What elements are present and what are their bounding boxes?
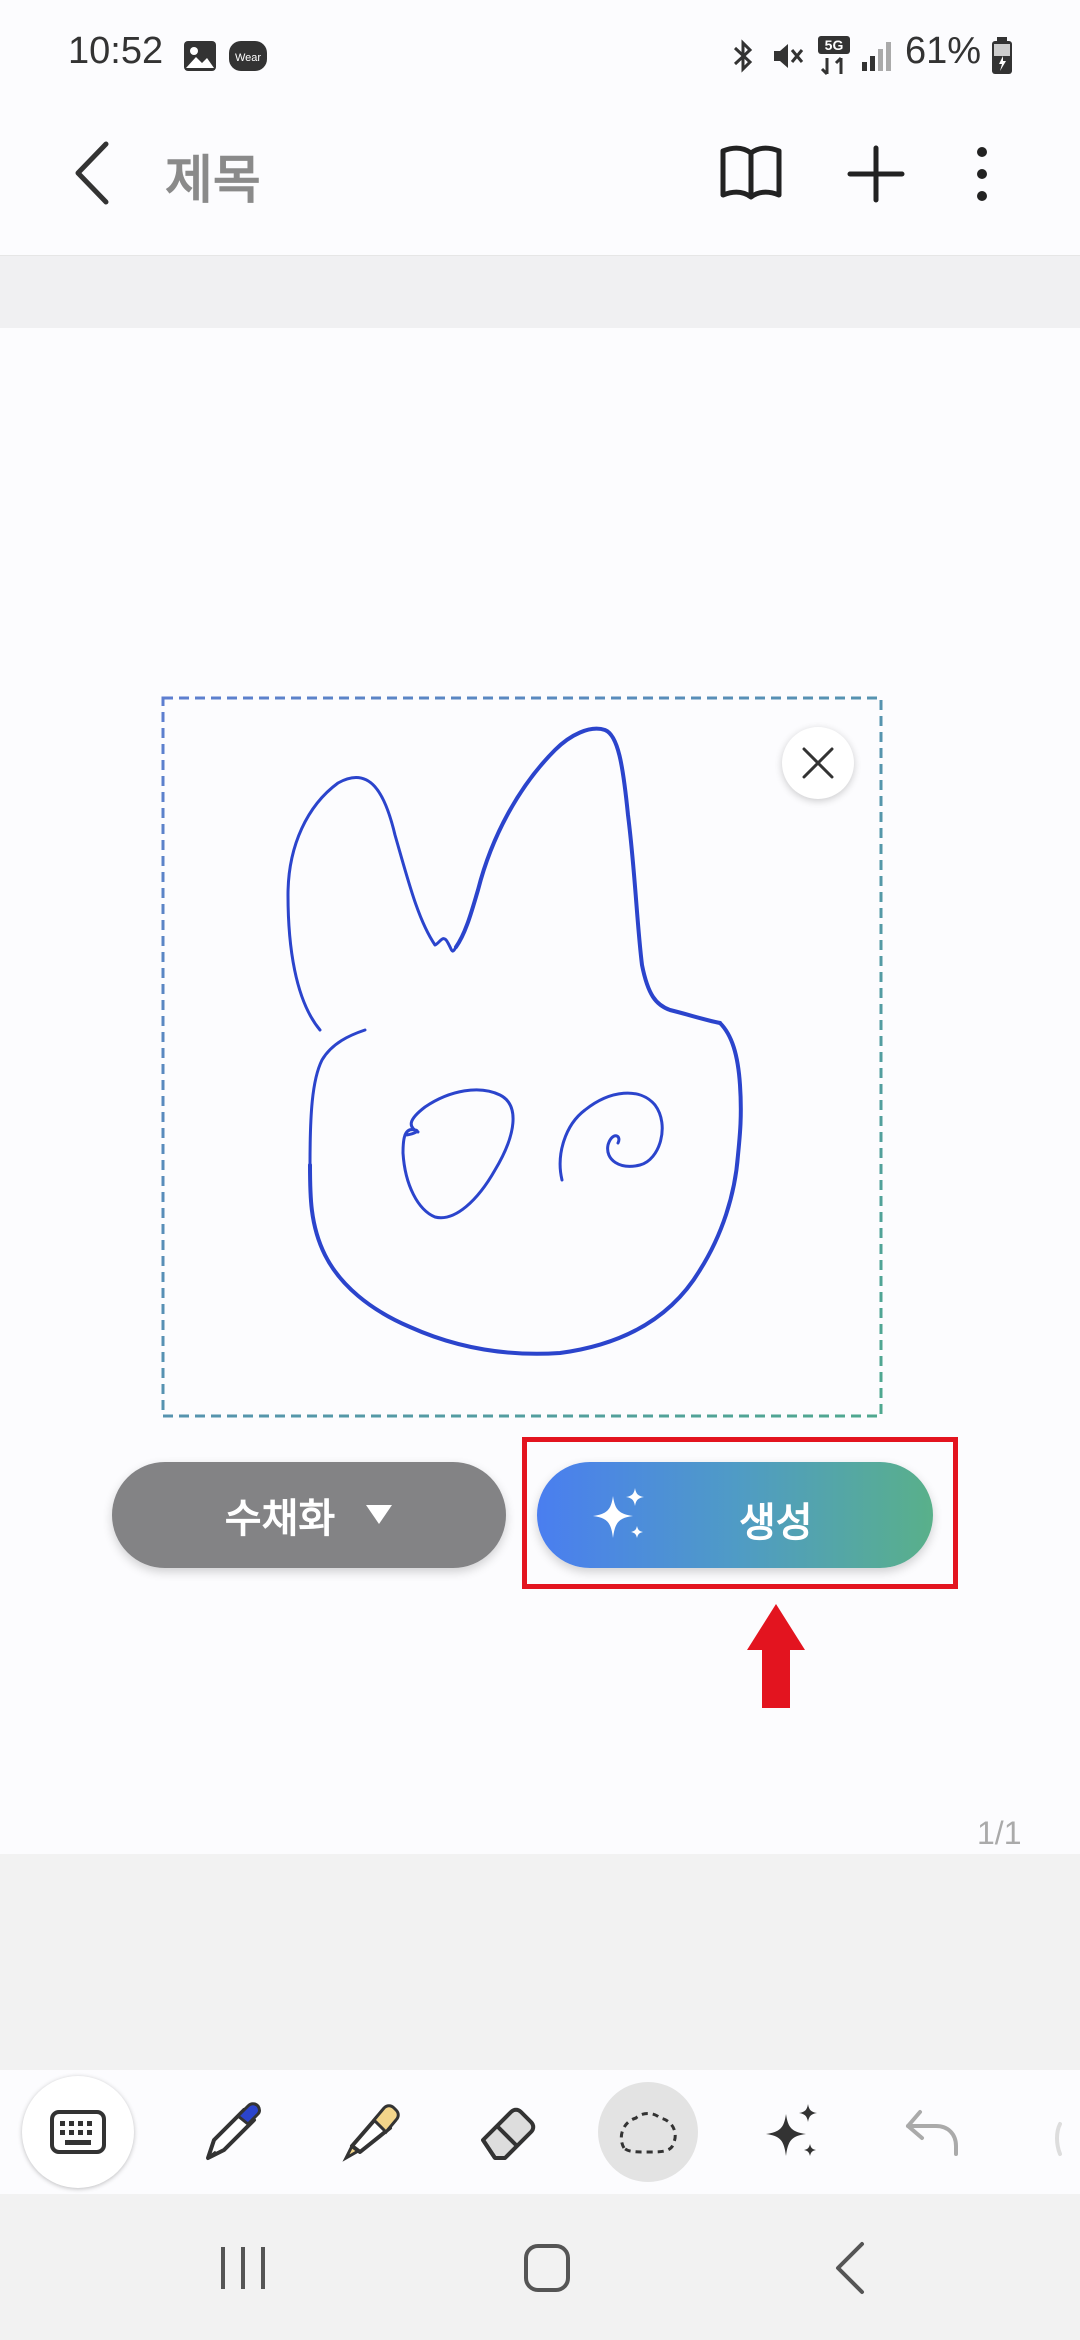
undo-button[interactable]: [875, 2075, 989, 2189]
bluetooth-icon: [733, 39, 753, 73]
battery-percent: 61%: [905, 30, 982, 72]
page-title[interactable]: 제목: [165, 138, 261, 213]
home-icon[interactable]: [522, 2242, 572, 2294]
back-icon[interactable]: [66, 138, 116, 208]
signal-icon: [862, 42, 891, 71]
wear-icon: Wear: [229, 41, 267, 71]
eraser-icon: [481, 2107, 536, 2160]
keyboard-icon: [50, 2110, 106, 2154]
page-indicator: 1/1: [977, 1815, 1022, 1851]
caret-down-icon: [366, 1505, 393, 1524]
recent-apps-icon[interactable]: [218, 2243, 268, 2293]
svg-text:5G: 5G: [825, 37, 844, 53]
ai-tool[interactable]: [735, 2075, 849, 2189]
pen-tool[interactable]: [173, 2075, 287, 2189]
lasso-icon: [619, 2112, 677, 2154]
close-icon: [802, 747, 834, 779]
lasso-tool[interactable]: [598, 2082, 698, 2182]
book-icon[interactable]: [718, 143, 784, 203]
arrow-up-icon: [747, 1604, 805, 1708]
app-bar: [0, 110, 1080, 256]
nav-back-icon[interactable]: [830, 2240, 870, 2296]
style-dropdown-button[interactable]: 수채화: [112, 1462, 506, 1568]
highlight-box: [522, 1437, 958, 1589]
eraser-tool[interactable]: [452, 2075, 566, 2189]
highlighter-icon: [342, 2104, 400, 2162]
sketch-drawing: [286, 726, 743, 1356]
5g-icon: 5G: [818, 36, 850, 76]
redo-icon[interactable]: [1046, 2110, 1080, 2160]
image-icon: [184, 41, 216, 71]
pen-icon: [206, 2102, 261, 2160]
undo-icon: [906, 2110, 958, 2156]
svg-text:Wear: Wear: [235, 52, 261, 64]
more-icon[interactable]: [970, 142, 994, 206]
add-icon[interactable]: [844, 142, 908, 206]
battery-icon: [992, 37, 1012, 74]
status-time: 10:52: [68, 30, 164, 72]
mute-icon: [774, 44, 804, 68]
keyboard-button[interactable]: [22, 2076, 134, 2188]
sparkle-icon: [766, 2104, 817, 2156]
divider-strip: [0, 256, 1080, 328]
highlighter-tool[interactable]: [313, 2075, 427, 2189]
close-button[interactable]: [782, 727, 854, 799]
style-label: 수채화: [224, 1496, 336, 1542]
